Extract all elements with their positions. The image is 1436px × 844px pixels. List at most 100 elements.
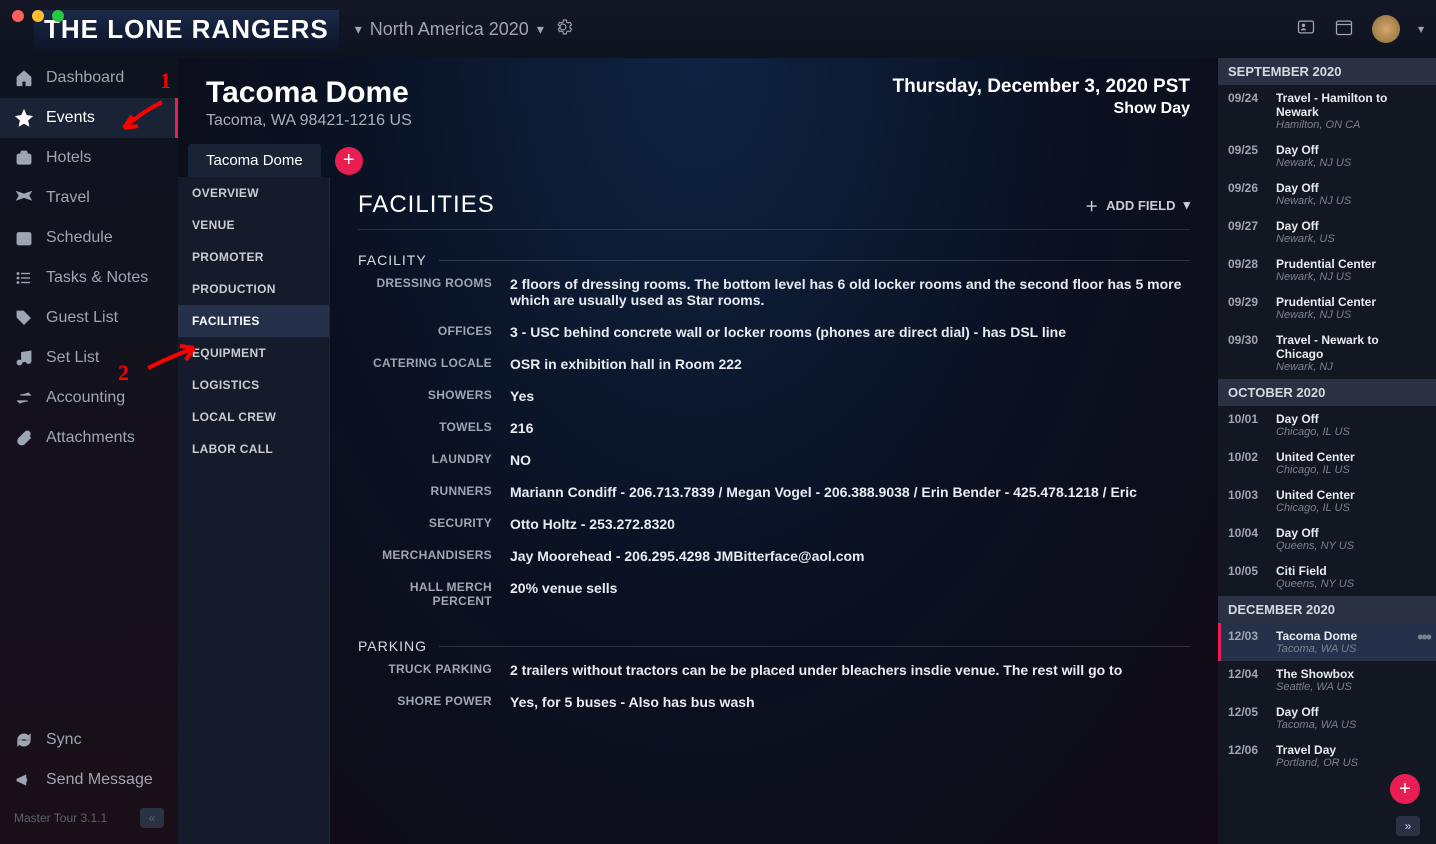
sidebar-item-hotels[interactable]: Hotels — [0, 138, 178, 178]
venue-tab-active[interactable]: Tacoma Dome — [188, 144, 321, 177]
collapse-calendar-button[interactable]: » — [1396, 816, 1420, 836]
sidebar-item-send-message[interactable]: Send Message — [0, 760, 178, 800]
subnav-item-promoter[interactable]: PROMOTER — [178, 241, 329, 273]
add-field-button[interactable]: ＋ ADD FIELD ▾ — [1085, 196, 1190, 215]
close-window-button[interactable] — [12, 10, 24, 22]
user-avatar[interactable] — [1372, 15, 1400, 43]
field-row[interactable]: SECURITYOtto Holtz - 253.272.8320 — [358, 508, 1190, 540]
field-row[interactable]: TOWELS216 — [358, 412, 1190, 444]
field-value: Yes, for 5 buses - Also has bus wash — [510, 694, 1190, 710]
music-icon — [14, 348, 34, 368]
field-row[interactable]: RUNNERSMariann Condiff - 206.713.7839 / … — [358, 476, 1190, 508]
contact-card-icon[interactable] — [1296, 17, 1316, 42]
calendar-item[interactable]: 10/04Day OffQueens, NY US — [1218, 520, 1436, 558]
sidebar-item-guest-list[interactable]: Guest List — [0, 298, 178, 338]
sidebar-item-schedule[interactable]: Schedule — [0, 218, 178, 258]
calendar-date: 09/25 — [1228, 143, 1266, 169]
facilities-panel: FACILITIES ＋ ADD FIELD ▾ FACILITYDRESSIN… — [330, 177, 1218, 844]
calendar-icon[interactable] — [1334, 17, 1354, 42]
tour-selector[interactable]: ▾ North America 2020 ▾ — [355, 19, 544, 40]
sidebar-item-sync[interactable]: Sync — [0, 720, 178, 760]
app-logo: THE LONE RANGERS — [34, 10, 339, 49]
calendar-title: Tacoma Dome — [1276, 629, 1426, 643]
calendar-title: United Center — [1276, 488, 1426, 502]
section-title: FACILITY — [358, 252, 427, 268]
field-label: DRESSING ROOMS — [358, 276, 510, 308]
subnav-item-labor-call[interactable]: LABOR CALL — [178, 433, 329, 465]
transfer-icon — [14, 388, 34, 408]
calendar-item[interactable]: 10/05Citi FieldQueens, NY US — [1218, 558, 1436, 596]
field-row[interactable]: CATERING LOCALEOSR in exhibition hall in… — [358, 348, 1190, 380]
calendar-title: Day Off — [1276, 219, 1426, 233]
minimize-window-button[interactable] — [32, 10, 44, 22]
calendar-title: Day Off — [1276, 143, 1426, 157]
subnav-item-production[interactable]: PRODUCTION — [178, 273, 329, 305]
calendar-item[interactable]: 09/25Day OffNewark, NJ US — [1218, 137, 1436, 175]
subnav-item-local-crew[interactable]: LOCAL CREW — [178, 401, 329, 433]
calendar-item[interactable]: 12/04The ShowboxSeattle, WA US — [1218, 661, 1436, 699]
field-row[interactable]: MERCHANDISERSJay Moorehead - 206.295.429… — [358, 540, 1190, 572]
subnav-item-facilities[interactable]: FACILITIES — [178, 305, 329, 337]
calendar-desc: Day OffTacoma, WA US — [1276, 705, 1426, 731]
star-icon — [14, 108, 34, 128]
section-facility: FACILITYDRESSING ROOMS2 floors of dressi… — [358, 252, 1190, 616]
sidebar-item-dashboard[interactable]: Dashboard — [0, 58, 178, 98]
maximize-window-button[interactable] — [52, 10, 64, 22]
sidebar-item-travel[interactable]: Travel — [0, 178, 178, 218]
calendar-item[interactable]: 10/01Day OffChicago, IL US — [1218, 406, 1436, 444]
subnav-item-overview[interactable]: OVERVIEW — [178, 177, 329, 209]
field-value: 3 - USC behind concrete wall or locker r… — [510, 324, 1190, 340]
page-title: Tacoma Dome — [206, 76, 412, 110]
calendar-desc: Day OffQueens, NY US — [1276, 526, 1426, 552]
sidebar-item-accounting[interactable]: Accounting — [0, 378, 178, 418]
gear-icon[interactable] — [554, 18, 572, 41]
add-event-button[interactable]: + — [1390, 774, 1420, 804]
calendar-item[interactable]: 10/02United CenterChicago, IL US — [1218, 444, 1436, 482]
calendar-title: Day Off — [1276, 526, 1426, 540]
calendar-item[interactable]: 12/03Tacoma DomeTacoma, WA US••• — [1218, 623, 1436, 661]
calendar-item[interactable]: 09/27Day OffNewark, US — [1218, 213, 1436, 251]
subnav-item-venue[interactable]: VENUE — [178, 209, 329, 241]
calendar-title: Citi Field — [1276, 564, 1426, 578]
field-row[interactable]: SHOWERSYes — [358, 380, 1190, 412]
field-row[interactable]: OFFICES3 - USC behind concrete wall or l… — [358, 316, 1190, 348]
field-value: Yes — [510, 388, 1190, 404]
calendar-date: 10/03 — [1228, 488, 1266, 514]
sync-icon — [14, 730, 34, 750]
sidebar-item-attachments[interactable]: Attachments — [0, 418, 178, 458]
tag-icon — [14, 308, 34, 328]
field-row[interactable]: TRUCK PARKING2 trailers without tractors… — [358, 654, 1190, 686]
calendar-item[interactable]: 09/28Prudential CenterNewark, NJ US — [1218, 251, 1436, 289]
sidebar-item-label: Sync — [46, 731, 82, 749]
more-icon[interactable]: ••• — [1417, 627, 1430, 648]
field-value: 20% venue sells — [510, 580, 1190, 608]
calendar-item[interactable]: 09/26Day OffNewark, NJ US — [1218, 175, 1436, 213]
calendar-item[interactable]: 12/05Day OffTacoma, WA US — [1218, 699, 1436, 737]
calendar-item[interactable]: 10/03United CenterChicago, IL US — [1218, 482, 1436, 520]
calendar-item[interactable]: 09/30 Travel - Newark to ChicagoNewark, N… — [1218, 327, 1436, 379]
field-row[interactable]: DRESSING ROOMS2 floors of dressing rooms… — [358, 268, 1190, 316]
field-value: 2 trailers without tractors can be be pl… — [510, 662, 1190, 678]
sidebar-item-set-list[interactable]: Set List — [0, 338, 178, 378]
field-row[interactable]: LAUNDRYNO — [358, 444, 1190, 476]
panel-header: FACILITIES ＋ ADD FIELD ▾ — [358, 191, 1190, 230]
calendar-desc: Travel - Newark to ChicagoNewark, NJ — [1276, 333, 1426, 373]
calendar-date: 09/28 — [1228, 257, 1266, 283]
add-tab-button[interactable]: + — [335, 147, 363, 175]
chevron-down-icon[interactable]: ▾ — [1418, 22, 1424, 36]
sidebar-item-events[interactable]: Events — [0, 98, 178, 138]
calendar-item[interactable]: 09/29Prudential CenterNewark, NJ US — [1218, 289, 1436, 327]
field-value: Jay Moorehead - 206.295.4298 JMBitterfac… — [510, 548, 1190, 564]
calendar-item[interactable]: 12/06Travel DayPortland, OR US — [1218, 737, 1436, 775]
collapse-sidebar-button[interactable]: « — [140, 808, 164, 828]
sidebar-item-tasks-notes[interactable]: Tasks & Notes — [0, 258, 178, 298]
calendar-date: 09/30 — [1228, 333, 1266, 373]
field-row[interactable]: HALL MERCH PERCENT20% venue sells — [358, 572, 1190, 616]
field-label: TOWELS — [358, 420, 510, 436]
calendar-desc: Citi FieldQueens, NY US — [1276, 564, 1426, 590]
field-label: LAUNDRY — [358, 452, 510, 468]
subnav-item-equipment[interactable]: EQUIPMENT — [178, 337, 329, 369]
subnav-item-logistics[interactable]: LOGISTICS — [178, 369, 329, 401]
calendar-item[interactable]: 09/24Travel - Hamilton to NewarkHamilton… — [1218, 85, 1436, 137]
field-row[interactable]: SHORE POWERYes, for 5 buses - Also has b… — [358, 686, 1190, 718]
